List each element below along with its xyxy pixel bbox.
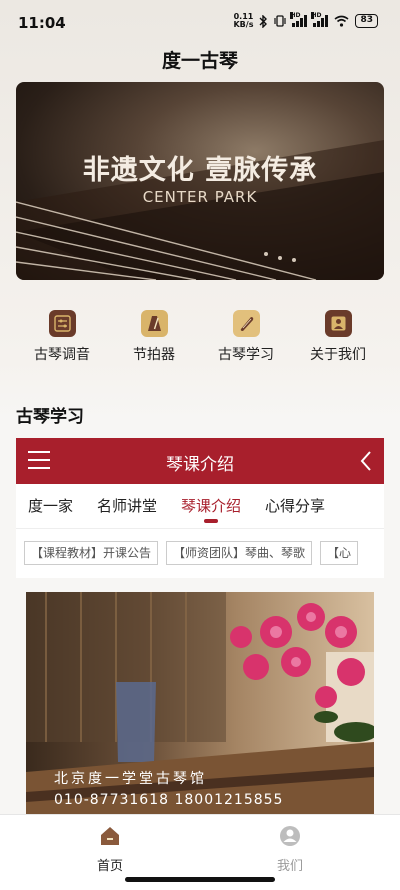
home-icon	[101, 827, 119, 845]
embedded-header: 琴课介绍	[16, 438, 384, 484]
photo-caption-phone: 010-87731618 18001215855	[54, 792, 284, 808]
tab-duyijia[interactable]: 度一家	[16, 484, 85, 528]
photo-caption-name: 北京度一学堂古琴馆	[54, 771, 207, 787]
status-time: 11:04	[18, 14, 66, 32]
contact-icon	[324, 310, 352, 337]
quick-item-label: 节拍器	[133, 347, 175, 363]
tuner-icon	[48, 310, 76, 337]
hd-label-1: HD	[290, 12, 301, 19]
bluetooth-icon	[259, 14, 268, 28]
nav-us-label: 我们	[276, 859, 303, 874]
signal-icon-2: HD	[311, 12, 329, 27]
chevron-left-icon[interactable]	[360, 450, 372, 472]
wifi-icon	[334, 15, 349, 27]
home-indicator	[125, 877, 275, 882]
announcement-chips: 【课程教材】开课公告 【师资团队】琴曲、琴歌 【心	[16, 528, 384, 578]
quick-item-tuner[interactable]: 古琴调音	[16, 310, 108, 364]
tab-experience-sharing[interactable]: 心得分享	[253, 484, 337, 528]
signal-icon-1: HD	[290, 12, 308, 27]
studio-photo[interactable]: 北京度一学堂古琴馆 010-87731618 18001215855	[26, 592, 374, 814]
nav-us[interactable]: 我们	[250, 825, 330, 874]
tab-teacher-lectures[interactable]: 名师讲堂	[85, 484, 169, 528]
section-title: 古琴学习	[16, 407, 84, 427]
status-icons: 0.11 KB/s HD HD 83	[233, 12, 378, 29]
quick-item-learning[interactable]: 古琴学习	[200, 310, 292, 364]
banner-subtitle: CENTER PARK	[142, 188, 258, 206]
embedded-header-title: 琴课介绍	[166, 455, 234, 475]
guqin-icon	[232, 310, 260, 337]
chip-partial[interactable]: 【心	[320, 541, 359, 565]
quick-menu: 古琴调音 节拍器 古琴学习 关于我们	[16, 310, 384, 364]
tab-course-intro[interactable]: 琴课介绍	[169, 484, 253, 528]
network-speed-unit: KB/s	[233, 20, 254, 29]
banner-title: 非遗文化 壹脉传承	[82, 155, 318, 186]
metronome-icon	[140, 310, 168, 337]
hero-banner[interactable]: 非遗文化 壹脉传承 CENTER PARK	[16, 82, 384, 280]
battery-indicator: 83	[355, 14, 378, 28]
nav-home[interactable]: 首页	[70, 825, 150, 874]
vibrate-icon	[274, 15, 287, 27]
quick-item-metronome[interactable]: 节拍器	[108, 310, 200, 364]
quick-item-label: 古琴调音	[34, 347, 90, 363]
nav-home-label: 首页	[96, 859, 123, 874]
quick-item-about[interactable]: 关于我们	[292, 310, 384, 364]
network-speed: 0.11 KB/s	[233, 13, 253, 29]
status-bar: 11:04 0.11 KB/s HD HD 83	[0, 0, 400, 44]
quick-item-label: 古琴学习	[218, 347, 274, 363]
chip-course-materials[interactable]: 【课程教材】开课公告	[24, 541, 159, 565]
page-title: 度一古琴	[161, 50, 238, 72]
user-icon	[280, 826, 300, 846]
quick-item-label: 关于我们	[310, 347, 366, 363]
hd-label-2: HD	[311, 12, 322, 19]
tab-bar: 度一家 名师讲堂 琴课介绍 心得分享	[16, 484, 384, 528]
chip-faculty[interactable]: 【师资团队】琴曲、琴歌	[166, 541, 313, 565]
